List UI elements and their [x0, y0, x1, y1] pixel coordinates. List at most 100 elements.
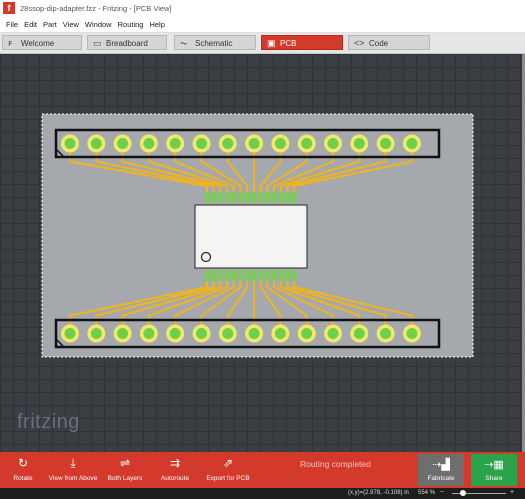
dip-pad-top-center [143, 138, 155, 149]
tab-welcome-label: Welcome [21, 39, 55, 48]
ssop-pad-bottom [205, 270, 209, 281]
ssop-pad-bottom [231, 270, 236, 281]
both-layers-label: Both Layers [107, 475, 143, 482]
tab-pcb[interactable]: ▣ PCB [261, 35, 343, 50]
tab-code[interactable]: <> Code [348, 35, 430, 50]
dip-pad-bottom-center [406, 328, 418, 339]
dip-pad-top-center [353, 138, 365, 149]
ssop-pad-bottom [211, 270, 216, 281]
menu-bar: File Edit Part View Window Routing Help [0, 18, 525, 33]
dip-pad-bottom-center [248, 328, 260, 339]
dip-pad-bottom-center [353, 328, 365, 339]
zoom-level: 554 % [418, 490, 436, 496]
ssop-pad-bottom [225, 270, 230, 281]
ssop-pad-bottom [265, 270, 270, 281]
tab-schematic-label: Schematic [195, 39, 233, 48]
dip-pad-bottom-center [274, 328, 286, 339]
export-for-pcb-button[interactable]: ⇗ Export for PCB [205, 452, 251, 488]
dip-pad-bottom-center [301, 328, 313, 339]
ssop-pad-bottom [251, 270, 256, 281]
autoroute-icon: ⇉ [169, 456, 181, 470]
menu-window[interactable]: Window [85, 18, 118, 29]
dip-pad-bottom-center [380, 328, 392, 339]
ssop-pad-bottom [285, 270, 290, 281]
zoom-in-button[interactable]: + [510, 489, 514, 496]
ssop-pad-bottom [218, 270, 223, 281]
ssop-pad-bottom [238, 270, 243, 281]
routing-status-text: Routing completed [300, 459, 371, 469]
rotate-icon: ↻ [17, 456, 29, 470]
menu-help[interactable]: Help [149, 18, 170, 29]
zoom-slider-thumb[interactable] [460, 490, 466, 496]
ssop-pad-top [238, 192, 243, 203]
rotate-button[interactable]: ↻ Rotate [8, 452, 38, 488]
tab-code-label: Code [369, 39, 389, 48]
status-bar: (x,y)=(2.978, -0.108) in 554 % − + [0, 488, 525, 499]
autoroute-label: Autoroute [160, 475, 190, 482]
tab-schematic[interactable]: ⏦ Schematic [174, 35, 256, 50]
ssop-pad-top [272, 192, 276, 203]
share-button[interactable]: ⇢▦ Share [471, 454, 517, 486]
ssop-pad-top [218, 192, 223, 203]
fritzing-f-icon: ꜰ [8, 38, 13, 48]
pcb-canvas[interactable]: fritzing [0, 54, 522, 452]
ssop-pad-bottom [272, 270, 276, 281]
menu-edit[interactable]: Edit [24, 18, 43, 29]
menu-part[interactable]: Part [43, 18, 63, 29]
menu-view[interactable]: View [63, 18, 85, 29]
menu-routing[interactable]: Routing [118, 18, 150, 29]
ssop-pad-top [258, 192, 263, 203]
dip-pad-bottom-center [143, 328, 155, 339]
view-from-above-label: View from Above [48, 475, 98, 482]
dip-pad-top-center [169, 138, 181, 149]
fritzing-logo: fritzing [17, 411, 80, 433]
window-title: 28ssop-dip-adapter.fzz - Fritzing - [PCB… [20, 4, 172, 13]
fabricate-button[interactable]: ⇢▟ Fabricate [418, 454, 464, 486]
dip-pad-top-center [90, 138, 102, 149]
bottom-toolbar: ↻ Rotate ⤓ View from Above ⇌ Both Layers… [0, 452, 525, 488]
tab-breadboard[interactable]: ▭ Breadboard [87, 35, 167, 50]
breadboard-icon: ▭ [93, 38, 102, 48]
ssop-pad-bottom [258, 270, 263, 281]
ssop-pad-top [205, 192, 209, 203]
ssop-pad-bottom [245, 270, 250, 281]
dip-pad-top-center [274, 138, 286, 149]
ssop-pad-top [225, 192, 230, 203]
export-for-pcb-label: Export for PCB [206, 475, 250, 482]
pcb-drawing[interactable] [0, 54, 522, 452]
ssop-pad-top [278, 192, 283, 203]
dip-pad-top-center [301, 138, 313, 149]
dip-pad-bottom-center [222, 328, 234, 339]
code-icon: <> [354, 38, 365, 48]
zoom-out-button[interactable]: − [440, 489, 444, 496]
ssop-chip-body[interactable] [194, 204, 308, 269]
tab-breadboard-label: Breadboard [106, 39, 148, 48]
dip-pad-top-center [248, 138, 260, 149]
dip-pad-bottom-center [169, 328, 181, 339]
ssop-pad-top [245, 192, 250, 203]
dip-pad-bottom-center [117, 328, 129, 339]
both-layers-button[interactable]: ⇌ Both Layers [105, 452, 145, 488]
dip-pad-bottom-center [90, 328, 102, 339]
dip-pad-top-center [117, 138, 129, 149]
tab-pcb-label: PCB [280, 39, 297, 48]
ssop-pad-top [292, 192, 297, 203]
dip-pad-top-center [222, 138, 234, 149]
export-icon: ⇗ [222, 456, 234, 470]
fabricate-icon: ⇢▟ [432, 459, 450, 471]
fabricate-label: Fabricate [427, 475, 455, 482]
autoroute-button[interactable]: ⇉ Autoroute [157, 452, 193, 488]
schematic-icon: ⏦ [180, 38, 188, 48]
fritzing-app-icon: f [3, 2, 15, 14]
rotate-label: Rotate [13, 475, 33, 482]
tab-welcome[interactable]: ꜰ Welcome [2, 35, 82, 50]
ssop-pad-bottom [292, 270, 297, 281]
dip-pad-top-center [64, 138, 76, 149]
view-from-above-button[interactable]: ⤓ View from Above [48, 452, 98, 488]
both-layers-icon: ⇌ [119, 456, 131, 470]
view-from-above-icon: ⤓ [70, 456, 76, 470]
menu-file[interactable]: File [0, 18, 24, 29]
ssop-pad-top [285, 192, 290, 203]
dip-pad-top-center [380, 138, 392, 149]
ssop-pad-top [265, 192, 270, 203]
